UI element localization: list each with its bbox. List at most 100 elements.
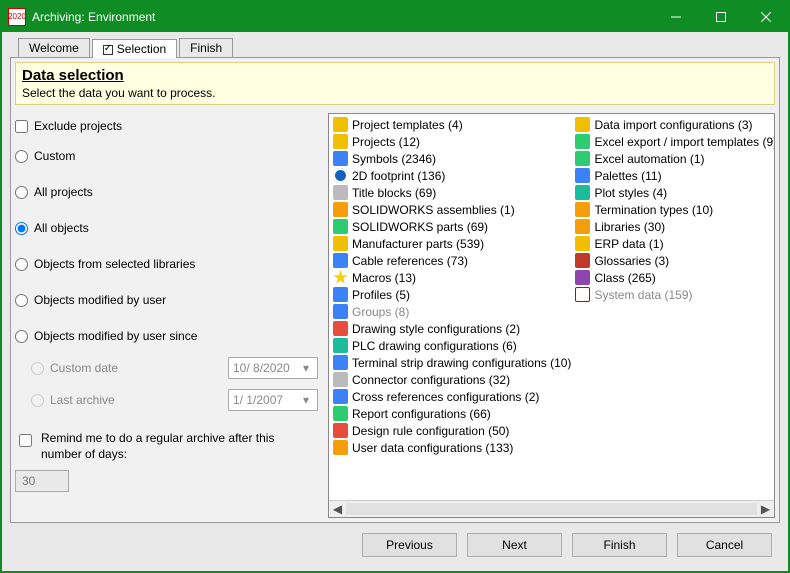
list-item[interactable]: Title blocks (69) [331,184,573,201]
minimize-button[interactable] [653,2,698,32]
horizontal-scrollbar[interactable]: ◀ ▶ [329,500,774,517]
list-item[interactable]: Project templates (4) [331,116,573,133]
list-item-label: Connector configurations (32) [352,373,510,387]
next-button[interactable]: Next [467,533,562,557]
footer-buttons: Previous Next Finish Cancel [10,523,780,563]
orange-icon [333,202,348,217]
radio-all-projects-input[interactable] [15,186,28,199]
exclude-projects-input[interactable] [15,120,28,133]
tab-selection[interactable]: Selection [92,39,177,58]
list-item[interactable]: Profiles (5) [331,286,573,303]
remind-checkbox-input[interactable] [19,434,32,447]
radio-all-projects[interactable]: All projects [15,185,318,199]
list-item[interactable]: Manufacturer parts (539) [331,235,573,252]
last-archive-date-value: 1/ 1/2007 [233,393,283,407]
tab-panel: Data selection Select the data you want … [10,57,780,523]
list-item-label: Termination types (10) [594,203,713,217]
close-button[interactable] [743,2,788,32]
list-view[interactable]: Project templates (4)Projects (12)Symbol… [329,114,774,500]
list-item[interactable]: Symbols (2346) [331,150,573,167]
custom-date-picker[interactable]: 10/ 8/2020 ▾ [228,357,318,379]
radio-custom[interactable]: Custom [15,149,318,163]
list-item[interactable]: User data configurations (133) [331,439,573,456]
list-item[interactable]: Plot styles (4) [573,184,774,201]
list-item-label: Cable references (73) [352,254,468,268]
scroll-right-icon[interactable]: ▶ [757,501,774,518]
radio-by-user-since-input[interactable] [15,330,28,343]
radio-all-objects[interactable]: All objects [15,221,318,235]
list-item-label: Cross references configurations (2) [352,390,539,404]
window-title: Archiving: Environment [32,10,653,24]
list-item[interactable]: 2D footprint (136) [331,167,573,184]
list-item[interactable]: PLC drawing configurations (6) [331,337,573,354]
exclude-projects-label: Exclude projects [34,119,122,133]
radio-last-archive-input[interactable] [31,394,44,407]
list-item[interactable]: Glossaries (3) [573,252,774,269]
blue-icon [333,389,348,404]
list-item[interactable]: Projects (12) [331,133,573,150]
list-item[interactable]: Libraries (30) [573,218,774,235]
list-item[interactable]: Groups (8) [331,303,573,320]
remind-days-value: 30 [22,474,35,488]
maximize-button[interactable] [698,2,743,32]
blue-icon [333,151,348,166]
list-item-label: User data configurations (133) [352,441,513,455]
green-icon [333,406,348,421]
list-item-label: Title blocks (69) [352,186,436,200]
list-item[interactable]: Terminal strip drawing configurations (1… [331,354,573,371]
list-column-1: Project templates (4)Projects (12)Symbol… [331,116,573,498]
list-item[interactable]: Class (265) [573,269,774,286]
list-item[interactable]: System data (159) [573,286,774,303]
list-item[interactable]: Macros (13) [331,269,573,286]
list-item[interactable]: SOLIDWORKS parts (69) [331,218,573,235]
radio-custom-label: Custom [34,149,75,163]
tab-finish[interactable]: Finish [179,38,233,57]
cancel-button[interactable]: Cancel [677,533,772,557]
radio-by-user-since[interactable]: Objects modified by user since [15,329,318,343]
book-icon [575,253,590,268]
list-item[interactable]: SOLIDWORKS assemblies (1) [331,201,573,218]
radio-by-user-label: Objects modified by user [34,293,166,307]
yellow-icon [333,134,348,149]
remind-label: Remind me to do a regular archive after … [41,431,318,462]
radio-custom-date-input[interactable] [31,362,44,375]
radio-last-archive[interactable]: Last archive [31,393,220,407]
radio-custom-date[interactable]: Custom date [31,361,220,375]
list-item[interactable]: Data import configurations (3) [573,116,774,133]
list-item[interactable]: Report configurations (66) [331,405,573,422]
radio-by-user[interactable]: Objects modified by user [15,293,318,307]
chevron-down-icon: ▾ [299,361,313,375]
exclude-projects-checkbox[interactable]: Exclude projects [15,119,318,133]
previous-button[interactable]: Previous [362,533,457,557]
list-item[interactable]: Cross references configurations (2) [331,388,573,405]
tab-welcome[interactable]: Welcome [18,38,90,57]
scroll-left-icon[interactable]: ◀ [329,501,346,518]
list-item[interactable]: Termination types (10) [573,201,774,218]
list-item[interactable]: Excel export / import templates (9) [573,133,774,150]
list-item[interactable]: Drawing style configurations (2) [331,320,573,337]
body: Exclude projects Custom All projects All… [15,113,775,518]
list-item[interactable]: Palettes (11) [573,167,774,184]
radio-custom-input[interactable] [15,150,28,163]
list-item[interactable]: Excel automation (1) [573,150,774,167]
list-item[interactable]: Cable references (73) [331,252,573,269]
star-icon [333,270,348,285]
radio-all-objects-input[interactable] [15,222,28,235]
list-item-label: 2D footprint (136) [352,169,445,183]
radio-from-libraries[interactable]: Objects from selected libraries [15,257,318,271]
titlebar: 2020 Archiving: Environment [2,2,788,32]
list-item[interactable]: Connector configurations (32) [331,371,573,388]
finish-button[interactable]: Finish [572,533,667,557]
scroll-track[interactable] [346,503,757,515]
radio-from-libraries-input[interactable] [15,258,28,271]
remind-days-input[interactable]: 30 [15,470,69,492]
list-item-label: Excel automation (1) [594,152,704,166]
remind-checkbox[interactable]: Remind me to do a regular archive after … [15,431,318,462]
banner-heading: Data selection [22,67,768,84]
list-item-label: SOLIDWORKS parts (69) [352,220,488,234]
list-item[interactable]: Design rule configuration (50) [331,422,573,439]
last-archive-date-picker[interactable]: 1/ 1/2007 ▾ [228,389,318,411]
gear-icon [333,168,348,183]
radio-by-user-input[interactable] [15,294,28,307]
list-item[interactable]: ERP data (1) [573,235,774,252]
